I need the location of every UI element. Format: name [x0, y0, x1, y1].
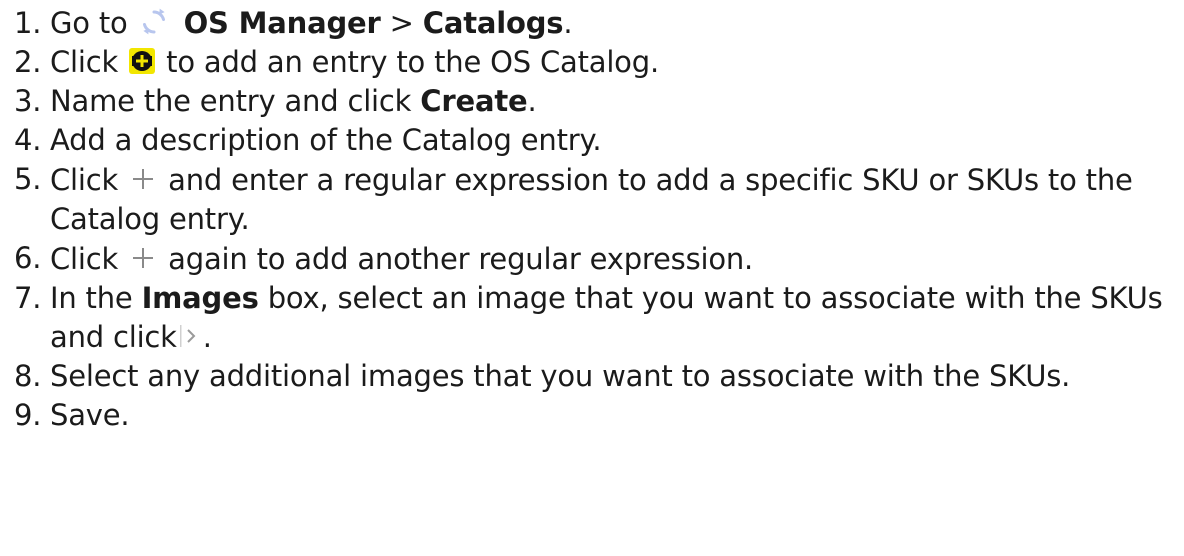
breadcrumb-separator: > [389, 6, 414, 40]
instruction-steps: 1. Go to OS Manager > Catalogs. 2. Click [14, 4, 1174, 435]
step-1: 1. Go to OS Manager > Catalogs. [14, 4, 1174, 43]
step-text: Click [50, 163, 119, 197]
step-6: 6. Click again to add another regular ex… [14, 239, 1174, 279]
step-text: Go to [50, 6, 128, 40]
plus-icon [133, 239, 154, 268]
step-text: Add a description of the Catalog entry. [50, 123, 602, 157]
chevron-right-icon [179, 320, 201, 347]
step-number: 6. [14, 241, 42, 275]
step-text-end: . [563, 6, 573, 40]
step-text: Save. [50, 398, 130, 432]
step-text: again to add another regular expression. [168, 242, 754, 276]
images-box-label: Images [141, 281, 259, 315]
step-text: Name the entry and click [50, 84, 412, 118]
step-number: 2. [14, 45, 42, 79]
menu-catalogs: Catalogs [422, 6, 564, 40]
step-number: 9. [14, 398, 42, 432]
step-number: 7. [14, 281, 42, 315]
step-4: 4. Add a description of the Catalog entr… [14, 121, 1174, 160]
step-number: 5. [14, 162, 42, 196]
step-text-end: . [527, 84, 537, 118]
step-number: 3. [14, 84, 42, 118]
step-number: 1. [14, 6, 42, 40]
step-text-end: . [202, 320, 212, 354]
step-number: 4. [14, 123, 42, 157]
step-number: 8. [14, 359, 42, 393]
step-text: Click [50, 242, 119, 276]
step-text: to add an entry to the OS Catalog. [166, 45, 659, 79]
step-3: 3. Name the entry and click Create. [14, 82, 1174, 121]
step-text: and enter a regular expression to add a … [50, 163, 1133, 236]
plus-icon [133, 160, 154, 189]
step-text: In the [50, 281, 133, 315]
step-8: 8. Select any additional images that you… [14, 357, 1174, 396]
menu-os-manager: OS Manager [183, 6, 381, 40]
step-7: 7. In the Images box, select an image th… [14, 279, 1174, 357]
create-button-label: Create [420, 84, 528, 118]
step-text: Click [50, 45, 119, 79]
add-entry-icon [129, 45, 156, 74]
sync-icon [139, 7, 169, 37]
step-9: 9. Save. [14, 396, 1174, 435]
step-text: Select any additional images that you wa… [50, 359, 1071, 393]
step-5: 5. Click and enter a regular expression … [14, 160, 1174, 239]
step-2: 2. Click to add an entry to the OS Catal… [14, 43, 1174, 82]
